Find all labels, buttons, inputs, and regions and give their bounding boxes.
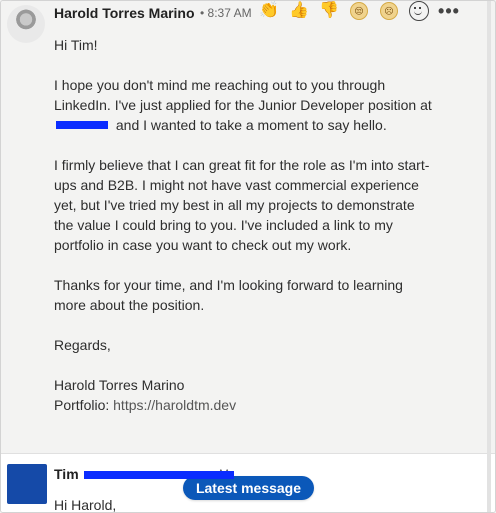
latest-message-button[interactable]: Latest message	[183, 476, 314, 500]
message-greeting: Hi Tim!	[54, 37, 98, 53]
recipient-name-redaction	[84, 471, 234, 479]
thumbs-down-icon[interactable]: 👎	[319, 1, 339, 21]
reaction-bar: 👏 👍 👎 😒 ☹ •••	[255, 1, 465, 21]
company-redaction	[56, 121, 108, 130]
scrollbar[interactable]	[487, 1, 491, 512]
recipient-avatar[interactable]	[7, 464, 47, 504]
conversation-pane: Harold Torres Marino • 8:37 AM 👏 👍 👎 😒 ☹…	[0, 0, 496, 513]
sad-face-icon[interactable]: ☹	[379, 1, 399, 21]
sender-avatar[interactable]	[7, 5, 45, 43]
message-paragraph-2: I firmly believe that I can great fit fo…	[54, 157, 430, 253]
sender-name[interactable]: Harold Torres Marino	[54, 5, 195, 21]
message-paragraph-1: I hope you don't mind me reaching out to…	[54, 75, 434, 135]
reply-greeting: Hi Harold,	[54, 497, 117, 513]
portfolio-label: Portfolio:	[54, 397, 110, 413]
paragraph-1-end: and I wanted to take a moment to say hel…	[115, 117, 387, 133]
recipient-name-prefix[interactable]: Tim	[54, 466, 79, 482]
message-closing: Regards,	[54, 337, 111, 353]
portfolio-link[interactable]: https://haroldtm.dev	[113, 397, 236, 413]
add-reaction-icon[interactable]	[409, 1, 429, 21]
celebrate-icon[interactable]: 👏	[259, 1, 279, 21]
portfolio-line: Portfolio: https://haroldtm.dev	[54, 395, 434, 415]
message-body: Hi Tim! I hope you don't mind me reachin…	[54, 35, 434, 415]
message-1: Harold Torres Marino • 8:37 AM 👏 👍 👎 😒 ☹…	[1, 1, 485, 453]
annoyed-face-icon[interactable]: 😒	[349, 1, 369, 21]
thumbs-up-icon[interactable]: 👍	[289, 1, 309, 21]
signature-name: Harold Torres Marino	[54, 377, 185, 393]
message-paragraph-3: Thanks for your time, and I'm looking fo…	[54, 277, 403, 313]
message-time: • 8:37 AM	[200, 6, 252, 20]
more-options-icon[interactable]: •••	[438, 1, 459, 21]
paragraph-1-start: I hope you don't mind me reaching out to…	[54, 77, 432, 113]
